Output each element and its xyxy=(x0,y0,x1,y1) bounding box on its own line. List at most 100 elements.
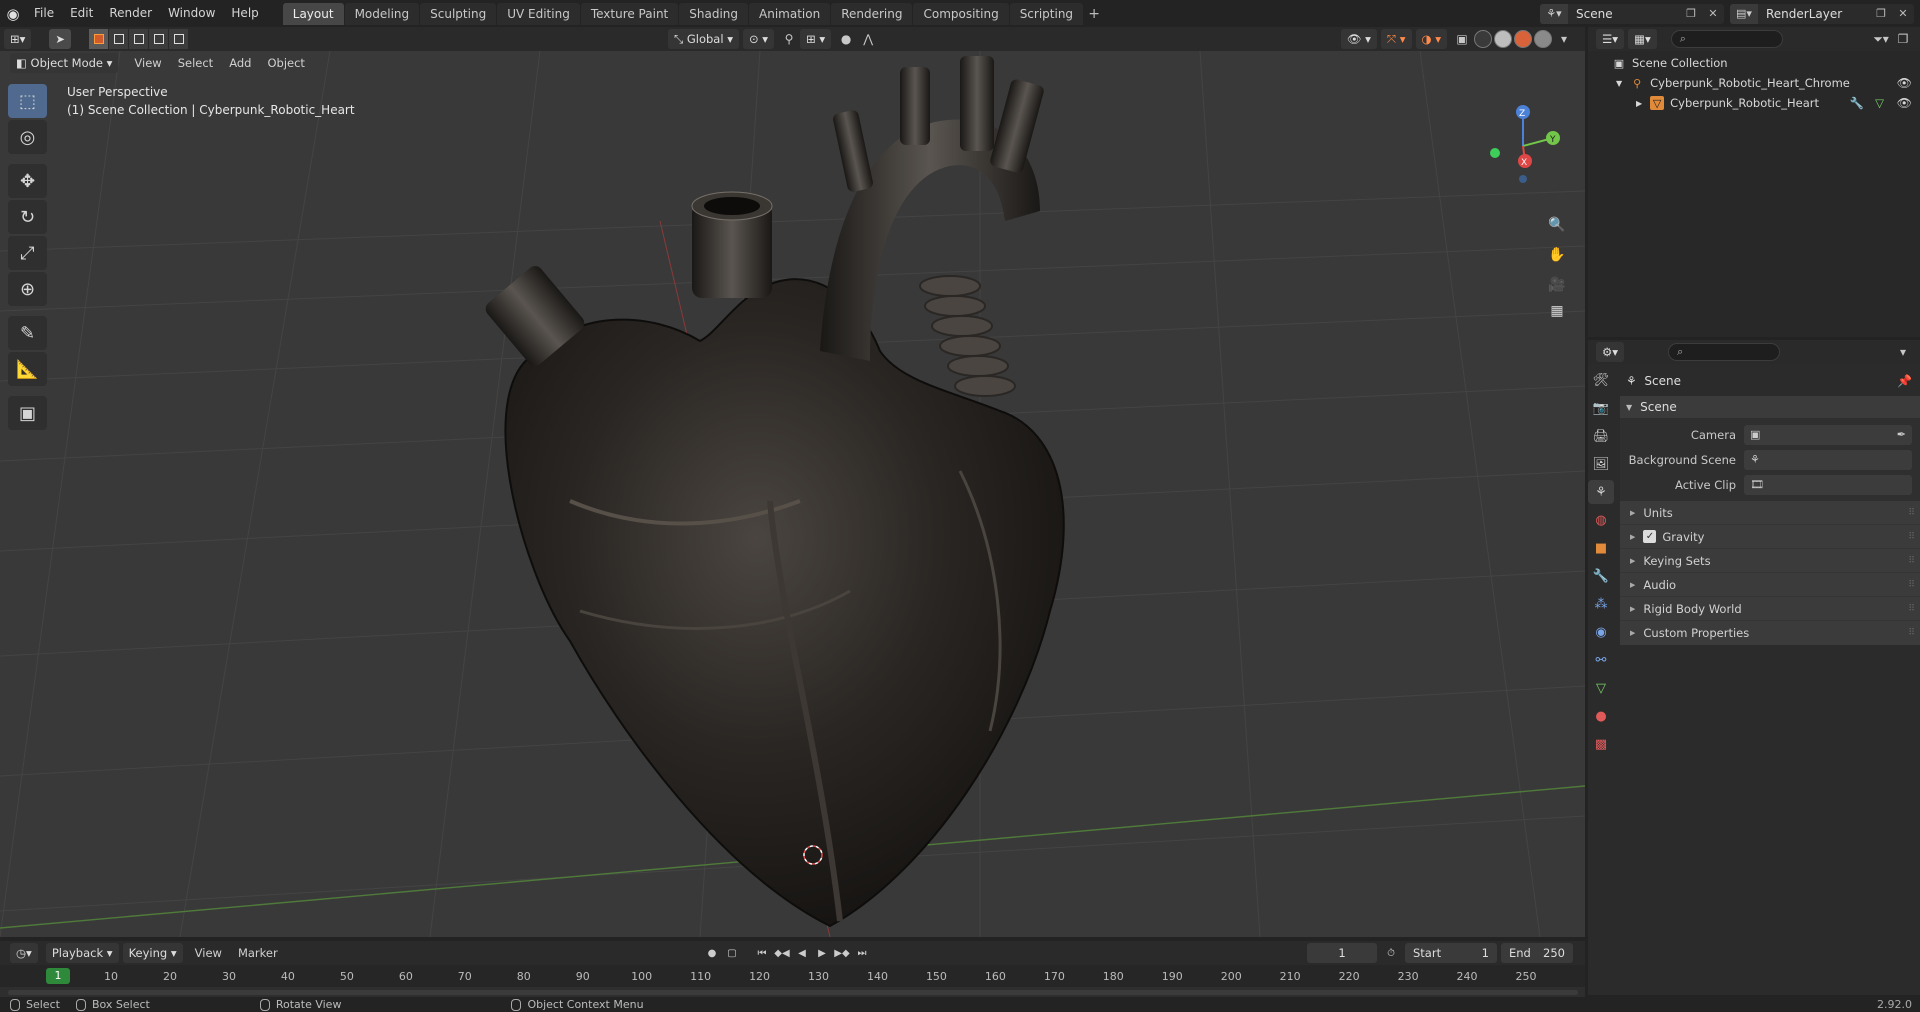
select-extend-mode[interactable] xyxy=(109,29,129,49)
tab-modeling[interactable]: Modeling xyxy=(344,2,420,25)
menu-object[interactable]: Object xyxy=(259,56,312,70)
pivot-point-dropdown[interactable]: ⊙ ▾ xyxy=(742,29,775,49)
tab-compositing[interactable]: Compositing xyxy=(913,2,1009,25)
tab-animation[interactable]: Animation xyxy=(749,2,831,25)
play-reverse-icon[interactable]: ◀ xyxy=(792,943,812,963)
proportional-edit-icon[interactable]: ● xyxy=(835,29,857,49)
tab-shading[interactable]: Shading xyxy=(679,2,748,25)
wireframe-shading-button[interactable] xyxy=(1474,30,1492,48)
navigation-gizmo[interactable]: Z Y X 🔍 ✋ 🎥 xyxy=(1455,86,1585,293)
editor-type-button[interactable]: ⊞▾ xyxy=(4,29,32,49)
properties-editor-type-button[interactable]: ⚙▾ xyxy=(1596,342,1625,362)
axis-gizmo[interactable]: Z Y X xyxy=(1455,86,1585,196)
pan-hand-icon[interactable]: ✋ xyxy=(1543,241,1571,269)
menu-add[interactable]: Add xyxy=(221,56,259,70)
tab-layout[interactable]: Layout xyxy=(282,2,344,25)
transform-tool-icon[interactable]: ⊕ xyxy=(8,272,47,306)
outliner-search-input[interactable]: ⌕ xyxy=(1670,30,1783,48)
render-tab-icon[interactable]: 📷 xyxy=(1588,396,1614,420)
select-invert-mode[interactable] xyxy=(149,29,169,49)
new-scene-icon[interactable]: ❐ xyxy=(1680,4,1702,24)
properties-options-icon[interactable]: ▾ xyxy=(1892,342,1914,362)
tab-sculpting[interactable]: Sculpting xyxy=(420,2,497,25)
scene-selector[interactable]: ⚘▾ Scene ❐ ✕ xyxy=(1540,3,1724,24)
particles-tab-icon[interactable]: ⁂ xyxy=(1588,592,1614,616)
auto-key-options-icon[interactable]: ▢ xyxy=(722,943,742,963)
drag-handle-icon[interactable]: ⠿ xyxy=(1908,508,1915,518)
zoom-icon[interactable]: 🔍 xyxy=(1543,211,1571,239)
units-subpanel[interactable]: ▶ Units ⠿ xyxy=(1620,501,1920,525)
playback-menu[interactable]: Playback ▾ xyxy=(45,943,119,963)
transform-orientation-dropdown[interactable]: ⤡ Global ▾ xyxy=(668,29,739,49)
constraints-tab-icon[interactable]: ⚯ xyxy=(1588,648,1614,672)
modifier-tab-icon[interactable]: 🔧 xyxy=(1588,564,1614,588)
jump-start-icon[interactable]: ⏮ xyxy=(752,943,772,963)
select-subtract-mode[interactable] xyxy=(129,29,149,49)
add-workspace-button[interactable]: + xyxy=(1084,3,1104,25)
drag-handle-icon[interactable]: ⠿ xyxy=(1908,556,1915,566)
tab-scripting[interactable]: Scripting xyxy=(1009,2,1084,25)
expand-arrow-icon[interactable]: ▶ xyxy=(1636,99,1642,108)
outliner-editor-type-button[interactable]: ☰▾ xyxy=(1596,29,1625,49)
object-tab-icon[interactable]: ■ xyxy=(1588,536,1614,560)
rigid-body-world-subpanel[interactable]: ▶ Rigid Body World ⠿ xyxy=(1620,597,1920,621)
menu-help[interactable]: Help xyxy=(223,0,266,27)
view-layer-selector[interactable]: ▤▾ RenderLayer ❐ ✕ xyxy=(1730,3,1914,24)
filter-icon[interactable]: ⏷▾ xyxy=(1870,29,1892,49)
scale-tool-icon[interactable]: ⤢ xyxy=(8,236,47,270)
menu-window[interactable]: Window xyxy=(160,0,223,27)
drag-handle-icon[interactable]: ⠿ xyxy=(1908,604,1915,614)
view-layer-name[interactable]: RenderLayer xyxy=(1758,7,1870,21)
visibility-eye-icon[interactable]: 👁 xyxy=(1897,76,1912,90)
gravity-subpanel[interactable]: ▶ ✓ Gravity ⠿ xyxy=(1620,525,1920,549)
stopwatch-icon[interactable]: ⏱ xyxy=(1381,943,1401,963)
menu-edit[interactable]: Edit xyxy=(62,0,101,27)
camera-view-icon[interactable]: 🎥 xyxy=(1543,271,1571,299)
timeline-body[interactable]: 1102030405060708090100110120130140150160… xyxy=(0,965,1585,997)
gravity-checkbox[interactable]: ✓ xyxy=(1643,530,1657,543)
scene-panel-header[interactable]: ▼ Scene xyxy=(1620,396,1920,418)
add-cube-tool-icon[interactable]: ▣ xyxy=(8,396,47,430)
view-layer-tab-icon[interactable]: 🖼 xyxy=(1588,452,1614,476)
eyedropper-icon[interactable]: ✒ xyxy=(1897,428,1906,441)
jump-end-icon[interactable]: ⏭ xyxy=(852,943,872,963)
new-view-layer-icon[interactable]: ❐ xyxy=(1870,4,1892,24)
tool-cursor-button[interactable]: ➤ xyxy=(49,29,72,49)
timeline-scrollbar[interactable] xyxy=(8,990,1578,995)
prev-keyframe-icon[interactable]: ◆◀ xyxy=(772,943,792,963)
menu-select[interactable]: Select xyxy=(170,56,221,70)
select-new-mode[interactable] xyxy=(89,29,109,49)
properties-search-input[interactable]: ⌕ xyxy=(1668,343,1781,361)
outliner-row-chrome[interactable]: ▼ ⚲ Cyberpunk_Robotic_Heart_Chrome 👁 xyxy=(1588,73,1920,93)
3d-viewport[interactable]: User Perspective (1) Scene Collection | … xyxy=(0,51,1585,937)
tab-rendering[interactable]: Rendering xyxy=(831,2,913,25)
outliner-display-mode-button[interactable]: ▦▾ xyxy=(1628,29,1657,49)
select-intersect-mode[interactable] xyxy=(169,29,189,49)
menu-view[interactable]: View xyxy=(126,56,169,70)
annotate-tool-icon[interactable]: ✎ xyxy=(8,316,47,350)
expand-arrow-icon[interactable]: ▼ xyxy=(1616,79,1622,88)
pin-icon[interactable]: 📌 xyxy=(1897,374,1912,388)
physics-tab-icon[interactable]: ◉ xyxy=(1588,620,1614,644)
mesh-data-icon[interactable]: ▽ xyxy=(1875,96,1884,110)
material-shading-button[interactable] xyxy=(1514,30,1532,48)
measure-tool-icon[interactable]: 📐 xyxy=(8,352,47,386)
shading-options-icon[interactable]: ▾ xyxy=(1553,29,1575,49)
drag-handle-icon[interactable]: ⠿ xyxy=(1908,580,1915,590)
tool-tab-icon[interactable]: 🛠 xyxy=(1588,368,1614,392)
start-frame-field[interactable]: Start 1 xyxy=(1405,943,1497,963)
outliner-row-scene-collection[interactable]: ▣ Scene Collection xyxy=(1588,53,1920,73)
material-tab-icon[interactable]: ● xyxy=(1588,704,1614,728)
output-tab-icon[interactable]: 🖨 xyxy=(1588,424,1614,448)
current-frame-marker[interactable]: 1 xyxy=(46,968,70,984)
end-frame-field[interactable]: End 250 xyxy=(1501,943,1573,963)
menu-render[interactable]: Render xyxy=(101,0,160,27)
scene-tab-icon[interactable]: ⚘ xyxy=(1588,480,1614,504)
outliner-row-heart[interactable]: ▶ ▽ Cyberpunk_Robotic_Heart 🔧 ▽ 👁 xyxy=(1588,93,1920,113)
next-keyframe-icon[interactable]: ▶◆ xyxy=(832,943,852,963)
active-clip-field[interactable]: 🎞 xyxy=(1744,474,1912,495)
custom-properties-subpanel[interactable]: ▶ Custom Properties ⠿ xyxy=(1620,621,1920,645)
texture-tab-icon[interactable]: ▩ xyxy=(1588,732,1614,756)
tab-texture-paint[interactable]: Texture Paint xyxy=(580,2,679,25)
cursor-tool-icon[interactable]: ◎ xyxy=(8,120,47,154)
